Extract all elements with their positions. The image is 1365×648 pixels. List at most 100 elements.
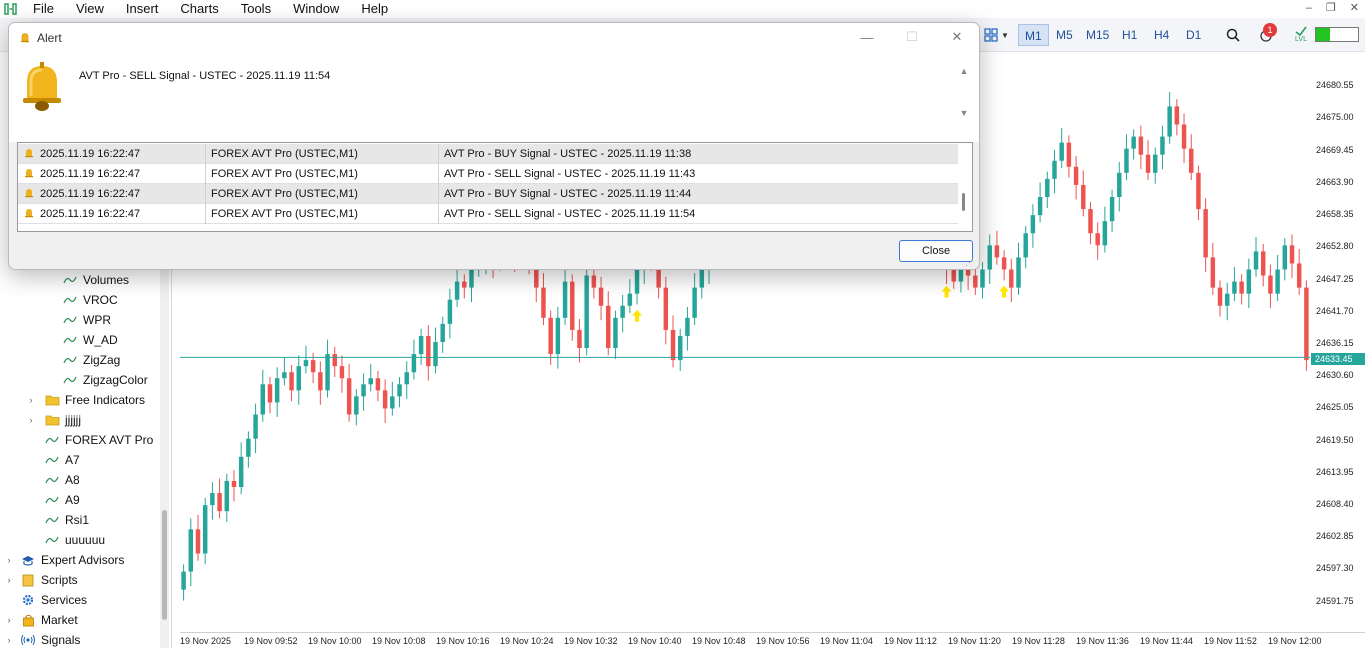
tf-m5[interactable]: M5 bbox=[1050, 24, 1079, 46]
bear-candle bbox=[973, 275, 978, 288]
nav-item-a8[interactable]: A8 bbox=[44, 470, 80, 490]
bull-candle bbox=[677, 335, 683, 361]
navigator-scrollbar[interactable] bbox=[160, 252, 169, 648]
menu-insert[interactable]: Insert bbox=[115, 0, 170, 18]
nav-group-expert-advisors[interactable]: › Expert Advisors bbox=[4, 550, 125, 570]
alert-row[interactable]: 2025.11.19 16:22:47 FOREX AVT Pro (USTEC… bbox=[18, 183, 958, 204]
restore-icon[interactable]: ❐ bbox=[1326, 0, 1336, 16]
nav-group-scripts[interactable]: › Scripts bbox=[4, 570, 78, 590]
bull-candle bbox=[555, 317, 561, 355]
bear-candle bbox=[332, 354, 337, 367]
bear-candle bbox=[289, 372, 294, 391]
time-label: 19 Nov 10:00 bbox=[308, 636, 362, 646]
nav-group-market[interactable]: › Market bbox=[4, 610, 78, 630]
nav-item-forex-avt-pro[interactable]: FOREX AVT Pro bbox=[44, 430, 153, 450]
nav-item-zigzagcolor[interactable]: ZigzagColor bbox=[62, 370, 148, 390]
price-label: 24630.60 bbox=[1316, 370, 1354, 380]
price-label: 24647.25 bbox=[1316, 274, 1354, 284]
alert-row[interactable]: 2025.11.19 16:22:47 FOREX AVT Pro (USTEC… bbox=[18, 143, 958, 164]
bull-candle bbox=[1131, 136, 1136, 149]
menu-view[interactable]: View bbox=[65, 0, 115, 18]
price-label: 24608.40 bbox=[1316, 499, 1354, 509]
time-label: 19 Nov 10:32 bbox=[564, 636, 618, 646]
alert-message-text: AVT Pro - SELL Signal - USTEC - 2025.11.… bbox=[79, 70, 331, 82]
chevron-right-icon[interactable]: › bbox=[4, 575, 14, 585]
message-scrollbar[interactable]: ▲ ▼ bbox=[957, 66, 971, 130]
algo-trading-icon[interactable]: LVL bbox=[1292, 24, 1310, 46]
price-label: 24619.50 bbox=[1316, 435, 1354, 445]
tf-h1[interactable]: H1 bbox=[1116, 24, 1143, 46]
bear-candle bbox=[318, 372, 323, 391]
alert-row[interactable]: 2025.11.19 16:22:47 FOREX AVT Pro (USTEC… bbox=[18, 163, 958, 184]
bear-candle bbox=[670, 329, 676, 361]
nav-item-w-ad[interactable]: W_AD bbox=[62, 330, 118, 350]
chevron-right-icon[interactable]: › bbox=[26, 415, 36, 425]
chevron-right-icon[interactable]: › bbox=[4, 635, 14, 645]
close-icon[interactable]: ✕ bbox=[1350, 0, 1359, 16]
resize-grip-icon[interactable]: ⋰ bbox=[965, 257, 974, 268]
bull-candle bbox=[1052, 160, 1057, 179]
nav-item-a9[interactable]: A9 bbox=[44, 490, 80, 510]
minimize-icon[interactable]: — bbox=[852, 27, 882, 47]
bull-candle bbox=[418, 335, 424, 355]
search-icon[interactable] bbox=[1223, 24, 1243, 46]
bull-candle bbox=[1224, 293, 1230, 306]
alert-row-message: AVT Pro - SELL Signal - USTEC - 2025.11.… bbox=[444, 207, 696, 220]
menu-charts[interactable]: Charts bbox=[169, 0, 229, 18]
nav-folder-free-indicators[interactable]: › Free Indicators bbox=[26, 390, 146, 410]
bear-candle bbox=[1181, 124, 1187, 149]
bear-candle bbox=[1189, 148, 1194, 173]
bull-candle bbox=[1117, 172, 1122, 197]
nav-item-a7[interactable]: A7 bbox=[44, 450, 80, 470]
list-scrollbar[interactable] bbox=[956, 143, 972, 231]
bull-candle bbox=[634, 269, 640, 294]
alert-row-message: AVT Pro - SELL Signal - USTEC - 2025.11.… bbox=[444, 167, 696, 180]
chevron-right-icon[interactable]: › bbox=[4, 555, 14, 565]
nav-group-signals[interactable]: › Signals bbox=[4, 630, 81, 648]
bell-icon bbox=[24, 188, 34, 199]
mdi-window-controls: – ❐ ✕ bbox=[1306, 0, 1359, 16]
nav-item-vroc[interactable]: VROC bbox=[62, 290, 118, 310]
tf-m15[interactable]: M15 bbox=[1080, 24, 1115, 46]
close-button[interactable]: Close bbox=[899, 240, 973, 262]
scrollbar-thumb[interactable] bbox=[162, 510, 167, 620]
time-axis: 19 Nov 2025 19 Nov 09:52 19 Nov 10:00 19… bbox=[180, 632, 1365, 648]
time-label: 19 Nov 11:28 bbox=[1012, 636, 1065, 646]
nav-label: Free Indicators bbox=[65, 393, 146, 407]
close-icon[interactable]: ✕ bbox=[942, 27, 972, 47]
menu-tools[interactable]: Tools bbox=[230, 0, 282, 18]
bear-candle bbox=[1174, 106, 1180, 125]
nav-item-rsi1[interactable]: Rsi1 bbox=[44, 510, 89, 530]
layout-grid-icon[interactable] bbox=[980, 24, 1002, 46]
nav-folder-jjjjjj[interactable]: › jjjjjj bbox=[26, 410, 82, 430]
bear-candle bbox=[1088, 209, 1093, 234]
indicator-icon bbox=[62, 333, 78, 347]
nav-item-wpr[interactable]: WPR bbox=[62, 310, 111, 330]
menu-window[interactable]: Window bbox=[282, 0, 350, 18]
alert-titlebar[interactable]: Alert — ☐ ✕ bbox=[9, 23, 979, 52]
chevron-down-icon[interactable]: ▼ bbox=[1000, 24, 1010, 46]
nav-group-services[interactable]: Services bbox=[4, 590, 87, 610]
tf-m1[interactable]: M1 bbox=[1018, 24, 1049, 46]
chevron-right-icon[interactable]: › bbox=[4, 615, 14, 625]
chevron-right-icon[interactable]: › bbox=[26, 395, 36, 405]
bull-candle bbox=[202, 505, 208, 554]
bear-candle bbox=[217, 493, 222, 512]
tf-d1[interactable]: D1 bbox=[1180, 24, 1207, 46]
nav-item-volumes[interactable]: Volumes bbox=[62, 270, 129, 290]
bear-candle bbox=[346, 378, 352, 415]
minimize-icon[interactable]: – bbox=[1306, 0, 1312, 16]
tf-h4[interactable]: H4 bbox=[1148, 24, 1175, 46]
nav-item-uuuuuu[interactable]: uuuuuu bbox=[44, 530, 105, 550]
scrollbar-thumb[interactable] bbox=[962, 193, 965, 211]
alert-time: 2025.11.19 16:22:47 bbox=[40, 147, 141, 160]
alert-row[interactable]: 2025.11.19 16:22:47 FOREX AVT Pro (USTEC… bbox=[18, 203, 958, 224]
menu-help[interactable]: Help bbox=[350, 0, 399, 18]
nav-item-zigzag[interactable]: ZigZag bbox=[62, 350, 120, 370]
bull-candle bbox=[210, 493, 215, 506]
bull-candle bbox=[188, 529, 194, 572]
menu-file[interactable]: File bbox=[22, 0, 65, 18]
scroll-up-icon[interactable]: ▲ bbox=[957, 66, 971, 76]
price-label: 24591.75 bbox=[1316, 596, 1354, 606]
scroll-down-icon[interactable]: ▼ bbox=[957, 108, 971, 118]
